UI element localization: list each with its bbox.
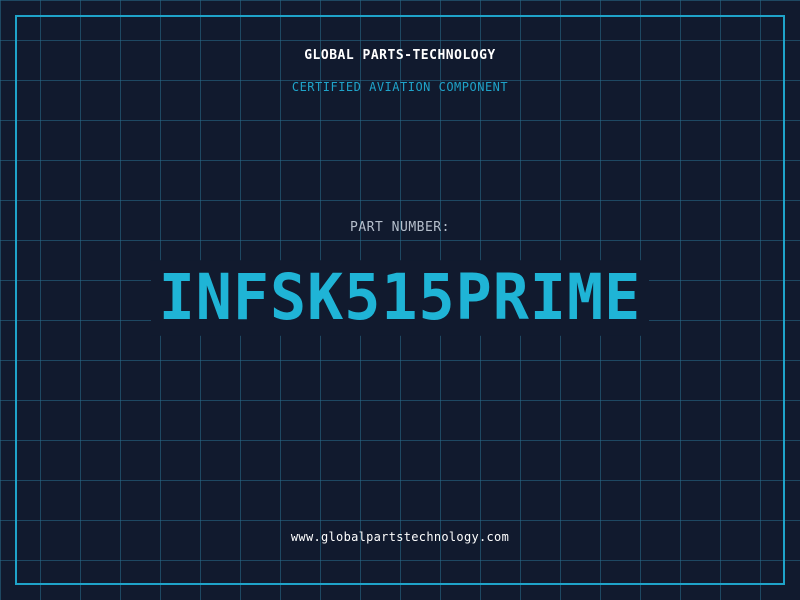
part-number-value: INFSK515PRIME (150, 260, 650, 336)
part-number-container: INFSK515PRIME (0, 260, 800, 336)
company-name: GLOBAL PARTS-TECHNOLOGY (304, 48, 496, 63)
certification-subtitle: CERTIFIED AVIATION COMPONENT (291, 80, 509, 94)
part-card: GLOBAL PARTS-TECHNOLOGY CERTIFIED AVIATI… (0, 0, 800, 600)
website-url[interactable]: www.globalpartstechnology.com (0, 530, 800, 544)
part-number-label: PART NUMBER: (350, 220, 450, 235)
